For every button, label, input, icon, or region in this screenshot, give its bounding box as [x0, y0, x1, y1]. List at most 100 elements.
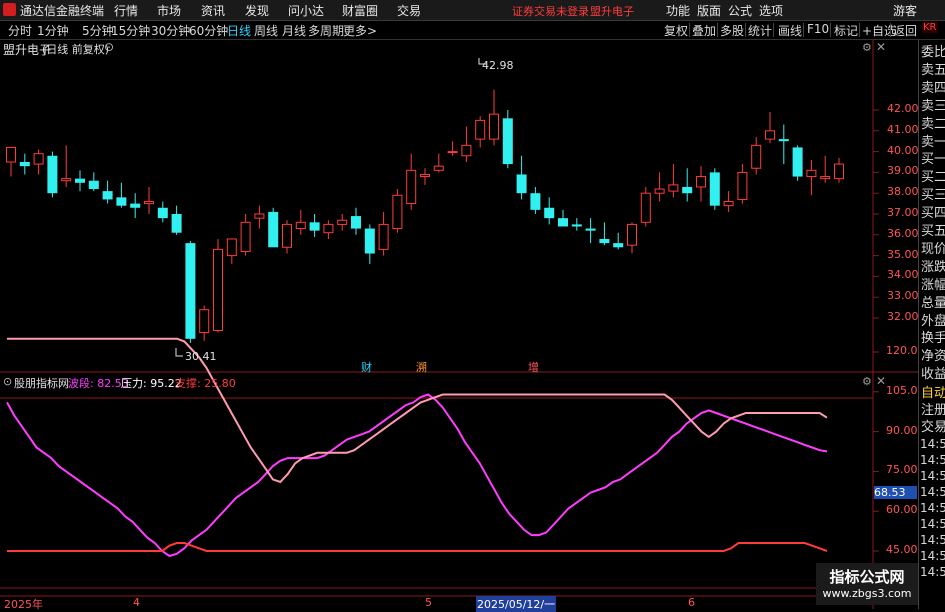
candle — [364, 224, 375, 264]
sidebar-item[interactable]: 卖三 — [921, 99, 945, 114]
period-tab-15min[interactable]: 15分钟 — [111, 22, 150, 39]
menu-wealth-circle[interactable]: 财富圈 — [342, 2, 378, 19]
sidebar-item[interactable]: 净资 — [921, 349, 945, 364]
candle-body — [392, 194, 403, 230]
statistics-button[interactable]: 统计 — [748, 22, 772, 39]
candle-body — [268, 211, 279, 248]
event-marker-trace[interactable]: 溯 — [416, 359, 427, 375]
back-button[interactable]: 返回 — [893, 22, 917, 39]
sidebar-item[interactable]: 卖五 — [921, 63, 945, 78]
candle — [378, 211, 389, 256]
sidebar-bottom-item[interactable]: 交易 — [921, 420, 945, 435]
menu-xiaoda[interactable]: 问小达 — [288, 2, 324, 19]
draw-line-button[interactable]: 画线 — [778, 22, 802, 39]
menu-layout[interactable]: 版面 — [697, 2, 721, 19]
sidebar-item[interactable]: 涨跌 — [921, 260, 945, 275]
sidebar-top-tag[interactable]: KR — [922, 22, 938, 33]
candle — [199, 305, 210, 341]
user-guest[interactable]: 游客 — [893, 2, 917, 19]
candle-body — [447, 151, 458, 154]
event-marker-finance[interactable]: 财 — [361, 359, 372, 375]
sidebar-bottom-item[interactable]: 自动 — [921, 386, 945, 401]
candle — [696, 166, 706, 202]
candle-body — [185, 243, 196, 339]
toolbar-divider — [803, 23, 804, 37]
sidebar-item[interactable]: 涨幅 — [921, 278, 945, 293]
price-tick-label: 40.00 — [887, 143, 919, 157]
sidebar-item[interactable]: 卖一 — [921, 135, 945, 150]
candle — [765, 112, 775, 144]
adjust-button[interactable]: 复权 — [664, 22, 688, 39]
candle-body — [571, 224, 582, 227]
sidebar-item[interactable]: 买一 — [921, 152, 945, 167]
indicator-settings-icon[interactable]: ⊙ — [3, 375, 12, 388]
overlay-button[interactable]: 叠加 — [692, 22, 716, 39]
sidebar-time: 14:55 — [920, 437, 945, 451]
candle-body — [475, 119, 486, 140]
indicator-pane-settings-icon[interactable]: ⚙ — [862, 375, 872, 388]
menu-options[interactable]: 选项 — [759, 2, 783, 19]
period-tab-weekly[interactable]: 周线 — [254, 22, 278, 39]
menu-market[interactable]: 市场 — [157, 2, 181, 19]
sidebar-item[interactable]: 换手 — [921, 331, 945, 346]
sidebar-item[interactable]: 外盘 — [921, 314, 945, 329]
login-status[interactable]: 证券交易未登录 — [512, 3, 589, 19]
date-label-may: 5 — [425, 596, 432, 609]
sidebar-item[interactable]: 总量 — [921, 296, 945, 311]
period-tab-multi[interactable]: 多周期 — [308, 22, 344, 39]
period-tab-60min[interactable]: 60分钟 — [189, 22, 228, 39]
sidebar-item[interactable]: 收益 — [921, 367, 945, 382]
candle-body — [406, 169, 417, 205]
candle-body — [130, 203, 141, 208]
toolbar-divider — [689, 23, 690, 37]
candle — [351, 207, 361, 235]
candle-body — [282, 223, 292, 248]
menu-trade[interactable]: 交易 — [397, 2, 421, 19]
menu-discover[interactable]: 发现 — [245, 2, 269, 19]
candle — [530, 186, 541, 214]
candle — [806, 159, 817, 196]
candle-body — [599, 238, 610, 244]
menu-market-quotes[interactable]: 行情 — [114, 2, 138, 19]
period-tab-1min[interactable]: 1分钟 — [37, 22, 69, 39]
mark-button[interactable]: 标记 — [834, 22, 858, 39]
event-marker-increase[interactable]: 增 — [528, 359, 539, 375]
period-tab-intraday[interactable]: 分时 — [8, 22, 32, 39]
candle — [309, 214, 320, 237]
sidebar-item[interactable]: 买五 — [921, 224, 945, 239]
period-tab-more[interactable]: 更多> — [343, 22, 377, 39]
candle-body — [751, 144, 762, 169]
candle-body — [792, 147, 803, 177]
candle — [723, 191, 734, 212]
indicator-name[interactable]: 股朋指标网 — [14, 375, 69, 391]
sidebar-item[interactable]: 委比 — [921, 45, 945, 60]
candle-body — [585, 228, 596, 231]
candle — [571, 218, 582, 231]
multi-stock-button[interactable]: 多股 — [720, 22, 744, 39]
indicator-pane-close-icon[interactable]: ✕ — [876, 374, 886, 388]
sidebar-item[interactable]: 现价 — [921, 242, 945, 257]
candle — [654, 172, 665, 202]
sidebar-item[interactable]: 买四 — [921, 206, 945, 221]
sidebar-bottom-item[interactable]: 注册 — [921, 403, 945, 418]
toolbar-divider — [717, 23, 718, 37]
candle — [489, 89, 499, 146]
period-tab-30min[interactable]: 30分钟 — [151, 22, 190, 39]
indicator-band-label: 波段: 82.53 — [68, 377, 129, 390]
period-tab-monthly[interactable]: 月线 — [282, 22, 306, 39]
candle-body — [323, 223, 334, 234]
menu-news[interactable]: 资讯 — [201, 2, 225, 19]
indicator-tick-label: 75.00 — [886, 463, 918, 477]
sidebar-time: 14:56 — [920, 565, 945, 579]
sidebar-item[interactable]: 卖四 — [921, 81, 945, 96]
sidebar-item[interactable]: 买三 — [921, 188, 945, 203]
menu-function[interactable]: 功能 — [666, 2, 690, 19]
sidebar-item[interactable]: 买二 — [921, 170, 945, 185]
menu-formula[interactable]: 公式 — [728, 2, 752, 19]
f10-button[interactable]: F10 — [807, 22, 829, 36]
sidebar-item[interactable]: 卖二 — [921, 117, 945, 132]
price-tick-label: 36.00 — [887, 226, 919, 240]
period-tab-5min[interactable]: 5分钟 — [82, 22, 114, 39]
price-axis-ticks — [873, 109, 879, 319]
period-tab-daily[interactable]: 日线 — [227, 22, 251, 39]
